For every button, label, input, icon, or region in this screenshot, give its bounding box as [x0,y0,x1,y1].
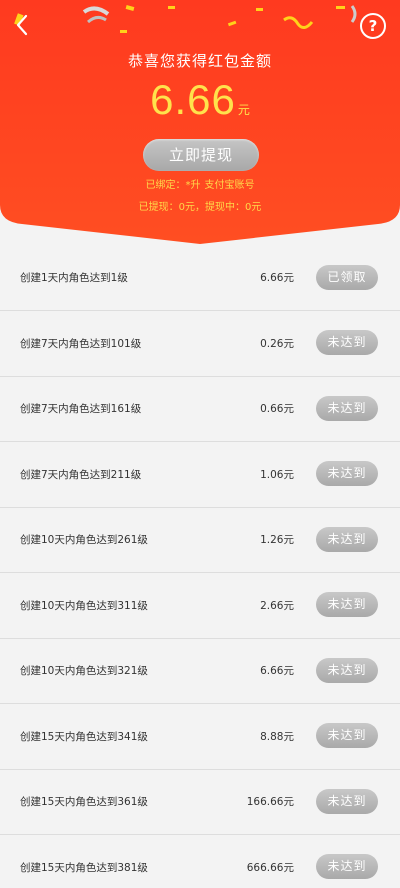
task-row: 创建15天内角色达到381级 666.66元 未达到 [0,835,400,888]
task-status-button[interactable]: 未达到 [316,330,378,356]
task-label: 创建7天内角色达到101级 [20,337,142,350]
task-reward: 1.06元 [260,468,294,481]
task-row: 创建7天内角色达到211级 1.06元 未达到 [0,442,400,508]
task-status-button[interactable]: 未达到 [316,592,378,618]
bound-prefix: 已绑定： [145,180,186,191]
task-reward: 666.66元 [246,861,294,874]
task-row: 创建10天内角色达到321级 6.66元 未达到 [0,639,400,704]
task-claimed-button[interactable]: 已领取 [316,264,378,290]
task-status-button[interactable]: 未达到 [316,854,378,880]
withdraw-status-text: 已提现：0元，提现中：0元 [138,202,262,213]
task-reward: 0.66元 [260,403,294,416]
task-status-button[interactable]: 未达到 [316,723,378,749]
help-icon[interactable]: ? [360,13,386,39]
task-label: 创建15天内角色达到341级 [20,730,148,743]
task-row: 创建10天内角色达到311级 2.66元 未达到 [0,573,400,639]
task-label: 创建7天内角色达到161级 [20,403,142,416]
task-status-button[interactable]: 未达到 [316,788,378,814]
task-reward: 2.66元 [260,599,294,612]
task-reward: 1.26元 [260,534,294,547]
chevron-left-icon[interactable] [12,12,34,38]
task-label: 创建10天内角色达到311级 [20,599,148,612]
bound-name: *升 [185,180,201,191]
bound-account: 支付宝账号 [204,180,255,191]
task-status-button[interactable]: 未达到 [316,461,378,487]
task-status-button[interactable]: 未达到 [316,395,378,421]
task-reward: 8.88元 [260,730,294,743]
task-row: 创建1天内角色达到1级 6.66元 已领取 [0,245,400,311]
task-row: 创建7天内角色达到161级 0.66元 未达到 [0,377,400,442]
task-reward: 0.26元 [260,337,294,350]
task-status-button[interactable]: 未达到 [316,657,378,683]
task-reward: 166.66元 [246,796,294,809]
bound-account-text: 已绑定：*升 支付宝账号 [0,176,400,191]
reward-title: 恭喜您获得红包金额 [127,52,272,70]
amount-unit: 元 [237,103,250,117]
red-packet-page: ? 恭喜您获得红包金额 6.66 元 立即提现 已绑定：*升 支付宝账号 已提现：0… [0,0,400,888]
task-reward: 6.66元 [260,665,294,678]
task-reward: 6.66元 [260,272,294,284]
reward-header: ? 恭喜您获得红包金额 6.66 元 立即提现 已绑定：*升 支付宝账号 已提现：0… [0,0,400,245]
task-status-button[interactable]: 未达到 [316,526,378,552]
task-label: 创建10天内角色达到321级 [20,665,148,678]
task-label: 创建7天内角色达到211级 [20,468,142,481]
withdraw-button[interactable]: 立即提现 [143,139,259,171]
task-row: 创建10天内角色达到261级 1.26元 未达到 [0,508,400,573]
task-row: 创建15天内角色达到361级 166.66元 未达到 [0,770,400,835]
task-label: 创建10天内角色达到261级 [20,534,148,547]
task-list: 创建1天内角色达到1级 6.66元 已领取 创建7天内角色达到101级 0.26… [0,245,400,888]
task-row: 创建15天内角色达到341级 8.88元 未达到 [0,704,400,770]
task-label: 创建15天内角色达到381级 [20,861,148,874]
reward-amount: 6.66 元 [0,76,400,124]
task-label: 创建15天内角色达到361级 [20,796,148,809]
task-label: 创建1天内角色达到1级 [20,272,128,284]
amount-value: 6.66 [150,76,236,123]
task-row: 创建7天内角色达到101级 0.26元 未达到 [0,311,400,377]
